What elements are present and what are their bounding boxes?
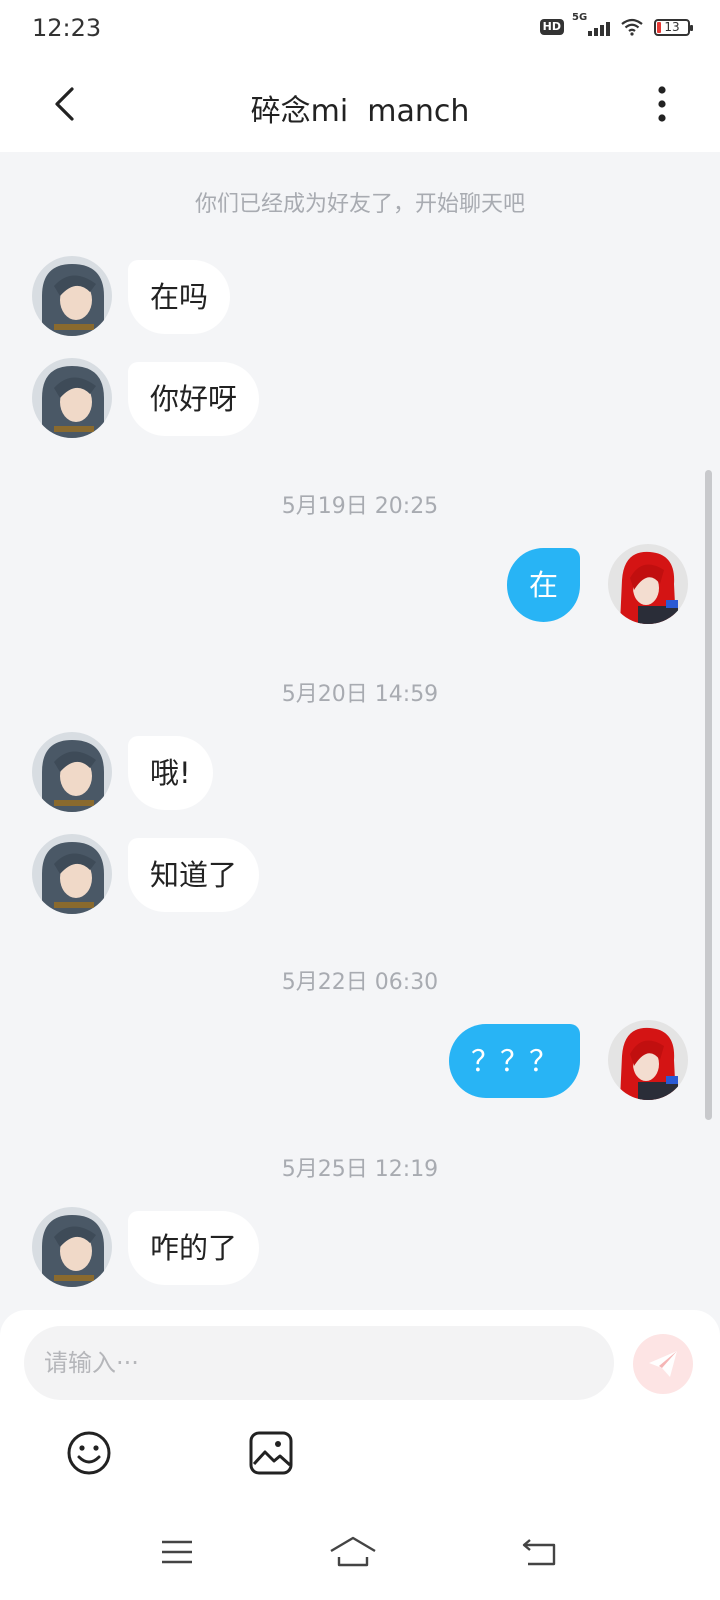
smiley-icon <box>67 1431 111 1475</box>
paper-plane-icon <box>649 1351 677 1377</box>
emoji-button[interactable] <box>66 1430 112 1476</box>
message-row-outgoing: ？？？ <box>0 1020 720 1100</box>
timestamp: 5月22日 06:30 <box>281 970 439 995</box>
message-bubble[interactable]: 在吗 <box>128 260 231 334</box>
page-title: 碎念mi manch <box>250 94 470 129</box>
message-bubble[interactable]: 哦! <box>128 736 213 810</box>
more-options-button[interactable] <box>642 80 682 128</box>
status-bar: 12:23 HD 5G 13 <box>0 0 720 60</box>
message-bubble[interactable]: ？？？ <box>448 1024 580 1098</box>
more-vertical-icon <box>658 86 666 122</box>
message-row-incoming: 你好呀 <box>0 358 720 438</box>
timestamp: 5月20日 14:59 <box>281 682 439 707</box>
timestamp: 5月19日 20:25 <box>281 494 439 519</box>
nav-menu-button[interactable] <box>152 1532 202 1572</box>
battery-icon: 13 <box>654 18 693 36</box>
chat-message-list[interactable]: 你们已经成为好友了，开始聊天吧 在吗 你好呀 5月19日 20:25 在 5月2… <box>0 152 720 1312</box>
message-row-outgoing: 在 <box>0 544 720 624</box>
battery-level: 13 <box>664 19 680 34</box>
back-icon <box>522 1539 556 1566</box>
chat-header: 碎念mi manch <box>0 60 720 152</box>
message-row-incoming: 咋的了 <box>0 1207 720 1287</box>
message-bubble[interactable]: 在 <box>506 548 580 622</box>
image-button[interactable] <box>248 1430 294 1476</box>
message-bubble[interactable]: 知道了 <box>128 838 260 912</box>
timestamp: 5月25日 12:19 <box>281 1157 439 1182</box>
user-avatar[interactable] <box>608 544 688 624</box>
home-icon <box>330 1536 376 1567</box>
system-note: 你们已经成为好友了，开始聊天吧 <box>194 192 525 217</box>
message-row-incoming: 哦! <box>0 732 720 812</box>
send-button[interactable] <box>633 1334 693 1394</box>
user-avatar[interactable] <box>608 1020 688 1100</box>
contact-avatar[interactable] <box>32 834 112 914</box>
system-nav-bar <box>0 1520 720 1600</box>
contact-avatar[interactable] <box>32 732 112 812</box>
status-time: 12:23 <box>32 14 102 42</box>
contact-avatar[interactable] <box>32 1207 112 1287</box>
message-input[interactable] <box>24 1326 614 1400</box>
status-icons: HD 5G 13 <box>539 12 693 36</box>
message-bubble[interactable]: 你好呀 <box>128 362 260 436</box>
hd-badge: HD <box>539 19 564 35</box>
network-type-label: 5G <box>572 12 588 23</box>
contact-avatar[interactable] <box>32 358 112 438</box>
contact-avatar[interactable] <box>32 256 112 336</box>
nav-home-button[interactable] <box>328 1532 378 1572</box>
message-row-incoming: 在吗 <box>0 256 720 336</box>
message-bubble[interactable]: 咋的了 <box>128 1211 260 1285</box>
battery-fill <box>657 21 661 33</box>
signal-icon: 5G <box>572 12 610 36</box>
wifi-icon <box>621 18 643 36</box>
menu-icon <box>162 1540 192 1564</box>
image-icon <box>249 1431 293 1475</box>
nav-back-button[interactable] <box>515 1532 565 1572</box>
message-row-incoming: 知道了 <box>0 834 720 914</box>
